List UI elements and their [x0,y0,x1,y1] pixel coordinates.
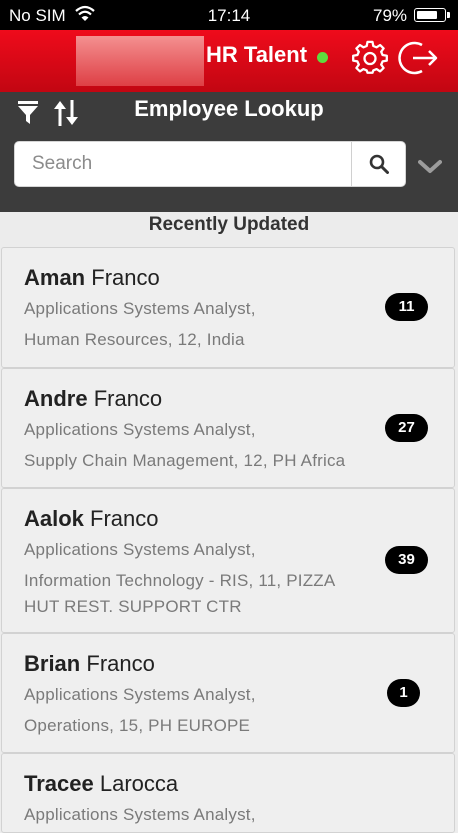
last-name: Franco [91,265,160,290]
section-title: Recently Updated [148,214,310,235]
last-name: Franco [86,651,155,676]
search-toolbar: Employee Lookup [0,92,458,212]
app-title: HR Talent [206,42,308,67]
first-name: Brian [24,651,81,676]
gear-icon[interactable] [352,40,388,76]
last-name: Franco [90,506,159,531]
search-icon [369,154,389,174]
employee-name: Tracee Larocca [24,771,178,797]
employee-details: Human Resources, 12, India [24,330,245,349]
employee-name: Aman Franco [24,265,160,291]
list-item[interactable]: Aman Franco Applications Systems Analyst… [1,247,455,368]
employee-title: Applications Systems Analyst, [24,685,256,704]
app-header: HR Talent [0,30,458,92]
chevron-down-icon[interactable] [418,159,442,175]
employee-details: Information Technology - RIS, 11, PIZZA [24,571,336,590]
list-item[interactable]: Brian Franco Applications Systems Analys… [1,633,455,753]
count-badge: 11 [385,293,428,321]
battery-percent: 79% [373,6,408,25]
search-box [14,141,406,187]
first-name: Aalok [24,506,84,531]
count-badge: 39 [385,546,428,574]
search-input[interactable] [15,142,351,186]
employee-details: Supply Chain Management, 12, PH Africa [24,451,346,470]
employee-title: Applications Systems Analyst, [24,299,256,318]
first-name: Andre [24,386,88,411]
last-name: Larocca [99,771,179,796]
count-badge: 27 [385,414,428,442]
list-item[interactable]: Aalok Franco Applications Systems Analys… [1,488,455,633]
battery-icon [414,8,446,22]
count-badge: 1 [387,679,420,707]
list-item[interactable]: Andre Franco Applications Systems Analys… [1,368,455,488]
status-bar: No SIM 17:14 79% [0,0,458,30]
employee-title: Applications Systems Analyst, [24,805,256,824]
list-item[interactable]: Tracee Larocca Applications Systems Anal… [1,753,455,833]
employee-name: Brian Franco [24,651,155,677]
employee-name: Andre Franco [24,386,162,412]
first-name: Tracee [24,771,94,796]
last-name: Franco [93,386,163,411]
employee-title: Applications Systems Analyst, [24,540,256,559]
brand-logo [76,36,204,86]
first-name: Aman [24,265,86,290]
employee-name: Aalok Franco [24,506,159,532]
search-button[interactable] [351,142,406,186]
battery-cap [447,12,450,18]
employee-title: Applications Systems Analyst, [24,420,256,439]
employee-details: Operations, 15, PH EUROPE [24,716,251,735]
employee-details-continued: HUT REST. SUPPORT CTR [24,597,242,616]
logout-icon[interactable] [398,39,440,77]
employee-list: Aman Franco Applications Systems Analyst… [0,247,458,833]
online-status-indicator [317,52,328,63]
page-title: Employee Lookup [134,96,324,121]
battery-level [416,10,438,19]
